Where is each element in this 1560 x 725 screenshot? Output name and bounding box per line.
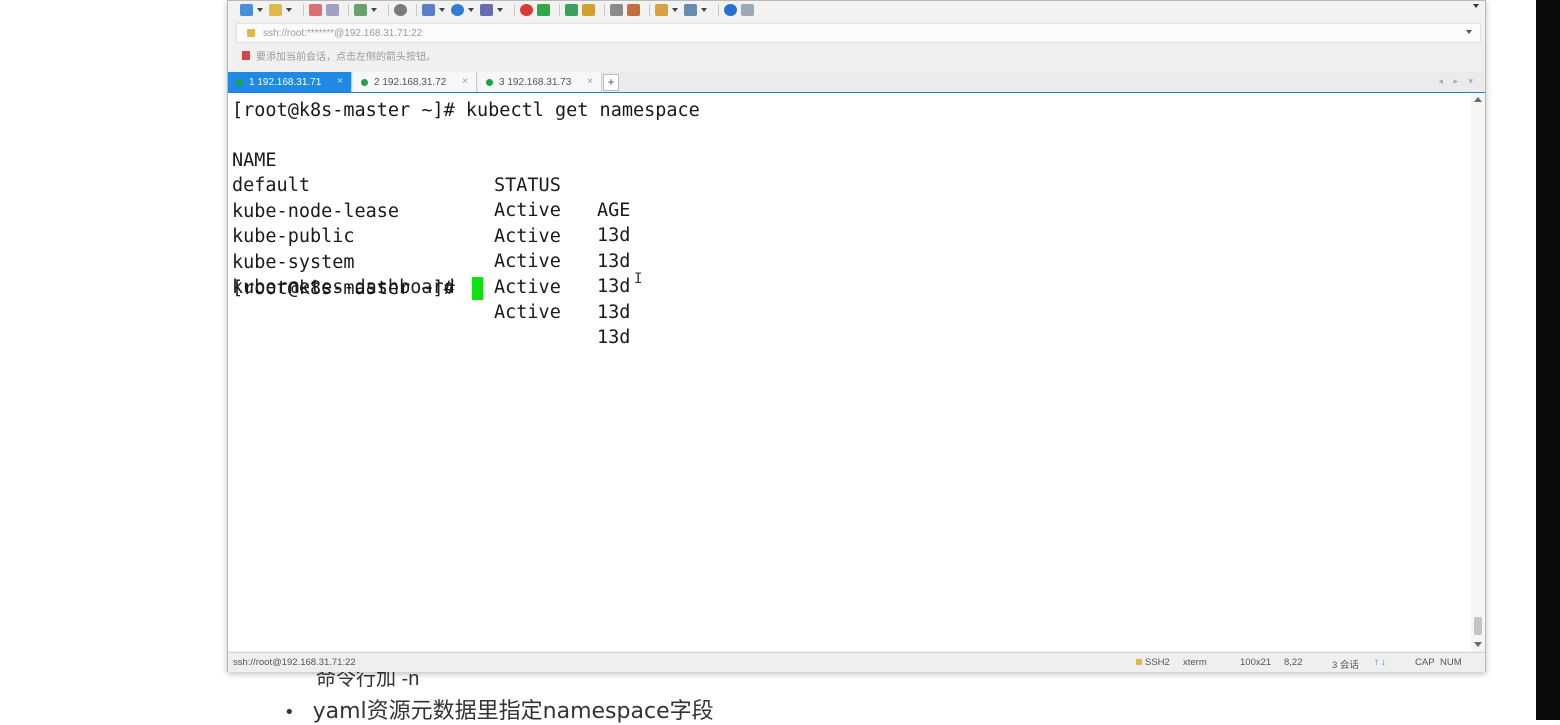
- status-num: NUM: [1440, 657, 1462, 668]
- status-sessions: 3 会话: [1332, 660, 1359, 671]
- status-pos: 8,22: [1284, 657, 1303, 668]
- ssh-client-window: ssh://root:*******@192.168.31.71:22 要添加当…: [227, 0, 1486, 672]
- chevron-down-icon[interactable]: [1466, 30, 1472, 34]
- lock-icon: [247, 29, 255, 37]
- layout-icon[interactable]: [422, 4, 435, 16]
- font-icon[interactable]: [480, 4, 493, 16]
- fullscreen-icon[interactable]: [565, 4, 578, 16]
- run-green-icon[interactable]: [537, 4, 550, 16]
- divider: [649, 4, 650, 16]
- chevron-down-icon[interactable]: [701, 8, 707, 12]
- slide-bullet-line: • yaml资源元数据里指定namespace字段: [284, 693, 714, 725]
- bookmark-icon[interactable]: [242, 51, 250, 60]
- row-age: 13d: [597, 327, 631, 348]
- ssh-icon: [1136, 659, 1142, 665]
- status-bar: ssh://root@192.168.31.71:22 SSH2 xterm 1…: [228, 652, 1485, 672]
- tab-label: 3 192.168.31.73: [499, 76, 572, 88]
- brush-icon[interactable]: [627, 4, 640, 16]
- find-icon[interactable]: [394, 4, 407, 16]
- chevron-down-icon[interactable]: [257, 8, 263, 12]
- divider: [514, 4, 515, 16]
- divider: [416, 4, 417, 16]
- tab-scroll-controls[interactable]: ◂ ▸ ▾: [1438, 76, 1477, 87]
- window-icon[interactable]: [684, 4, 697, 16]
- status-dot-icon: [236, 78, 243, 86]
- transfer-arrows-icon: ↑ ↓: [1374, 657, 1387, 668]
- protocol-text: SSH2: [1145, 657, 1170, 668]
- divider: [604, 4, 605, 16]
- tab-label: 1 192.168.31.71: [249, 76, 322, 88]
- status-dot-icon: [361, 78, 368, 86]
- close-icon[interactable]: ×: [587, 76, 593, 87]
- slide-bullet-text: yaml资源元数据里指定namespace字段: [312, 699, 714, 724]
- scroll-thumb[interactable]: [1474, 617, 1482, 635]
- session-tab-bar: 1 192.168.31.71 × 2 192.168.31.72 × 3 19…: [228, 72, 1485, 93]
- dark-side-strip: [1536, 0, 1560, 720]
- chevron-down-icon[interactable]: [439, 8, 445, 12]
- cut-icon[interactable]: [309, 4, 322, 16]
- close-icon[interactable]: ×: [462, 76, 468, 87]
- properties-icon[interactable]: [354, 4, 367, 16]
- divider: [388, 4, 389, 16]
- tab-label: 2 192.168.31.72: [374, 76, 447, 88]
- text-cursor-icon: I: [634, 271, 643, 287]
- terminal-cursor: [472, 277, 483, 300]
- chevron-down-icon[interactable]: [672, 8, 678, 12]
- vertical-scrollbar[interactable]: [1471, 93, 1485, 651]
- lock-icon[interactable]: [582, 4, 595, 16]
- divider: [718, 4, 719, 16]
- status-protocol: SSH2: [1136, 657, 1170, 668]
- row-status: Active: [494, 302, 561, 323]
- globe-icon[interactable]: [451, 4, 464, 16]
- status-connection: ssh://root@192.168.31.71:22: [233, 657, 356, 668]
- chat-icon[interactable]: [741, 4, 754, 16]
- folder-icon[interactable]: [655, 4, 668, 16]
- scroll-down-icon[interactable]: [1474, 642, 1482, 647]
- tab-session-2[interactable]: 2 192.168.31.72 ×: [353, 72, 477, 92]
- scroll-up-icon[interactable]: [1474, 97, 1482, 102]
- divider: [559, 4, 560, 16]
- chevron-down-icon[interactable]: [468, 8, 474, 12]
- tab-session-3[interactable]: 3 192.168.31.73 ×: [478, 72, 602, 92]
- divider: [303, 4, 304, 16]
- status-term: xterm: [1183, 657, 1207, 668]
- open-folder-icon[interactable]: [269, 4, 282, 16]
- address-text: ssh://root:*******@192.168.31.71:22: [263, 27, 423, 39]
- address-bar[interactable]: ssh://root:*******@192.168.31.71:22: [236, 23, 1481, 43]
- chevron-down-icon[interactable]: [497, 8, 503, 12]
- close-icon[interactable]: ×: [337, 76, 343, 87]
- terminal-area[interactable]: [root@k8s-master ~]# kubectl get namespa…: [228, 93, 1471, 651]
- new-session-icon[interactable]: [240, 4, 253, 16]
- add-tab-button[interactable]: +: [603, 74, 619, 91]
- prompt-line: [root@k8s-master ~]#: [232, 278, 466, 299]
- divider: [348, 4, 349, 16]
- session-hint: 要添加当前会话，点击左侧的箭头按钮。: [242, 48, 436, 63]
- chevron-down-icon[interactable]: [286, 8, 292, 12]
- command-line: [root@k8s-master ~]# kubectl get namespa…: [232, 100, 700, 121]
- tab-session-1[interactable]: 1 192.168.31.71 ×: [228, 72, 352, 92]
- hint-text: 要添加当前会话，点击左侧的箭头按钮。: [256, 52, 436, 63]
- status-dot-icon: [486, 78, 493, 86]
- status-size: 100x21: [1240, 657, 1272, 668]
- copy-icon[interactable]: [326, 4, 339, 16]
- toolbar: [228, 1, 1485, 19]
- status-caps: CAP: [1415, 657, 1435, 668]
- chevron-down-icon[interactable]: [371, 8, 377, 12]
- help-icon[interactable]: [724, 4, 737, 16]
- table-row: kubernetes-dashboard Active 13d: [232, 250, 932, 375]
- stop-red-icon[interactable]: [520, 4, 533, 16]
- keyboard-icon[interactable]: [610, 4, 623, 16]
- chevron-down-icon[interactable]: [1473, 4, 1479, 8]
